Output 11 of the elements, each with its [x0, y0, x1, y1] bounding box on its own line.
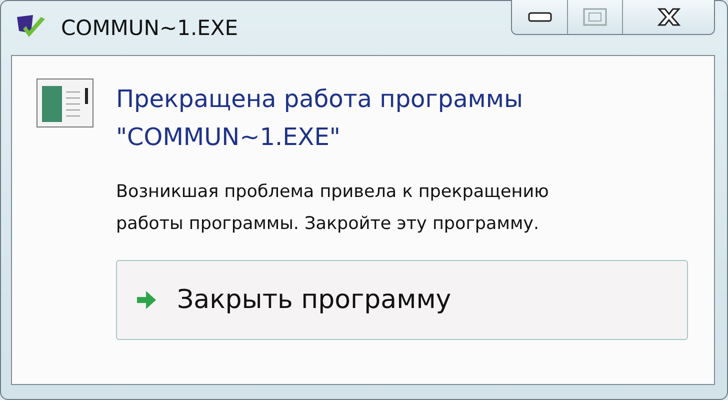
- window-title: COMMUN~1.EXE: [61, 16, 238, 40]
- maximize-icon: [583, 8, 607, 26]
- error-heading: Прекращена работа программы "COMMUN~1.EXE": [116, 84, 524, 153]
- close-button[interactable]: [622, 0, 714, 34]
- minimize-button[interactable]: [512, 0, 567, 34]
- close-program-button[interactable]: Закрыть программу: [116, 260, 688, 340]
- close-icon: [656, 7, 682, 27]
- arrow-icon: [135, 290, 157, 310]
- program-window-icon: [36, 78, 94, 128]
- minimize-icon: [528, 12, 552, 22]
- error-message: Возникшая проблема привела к прекращению работы программы. Закройте эту программу.: [116, 181, 550, 236]
